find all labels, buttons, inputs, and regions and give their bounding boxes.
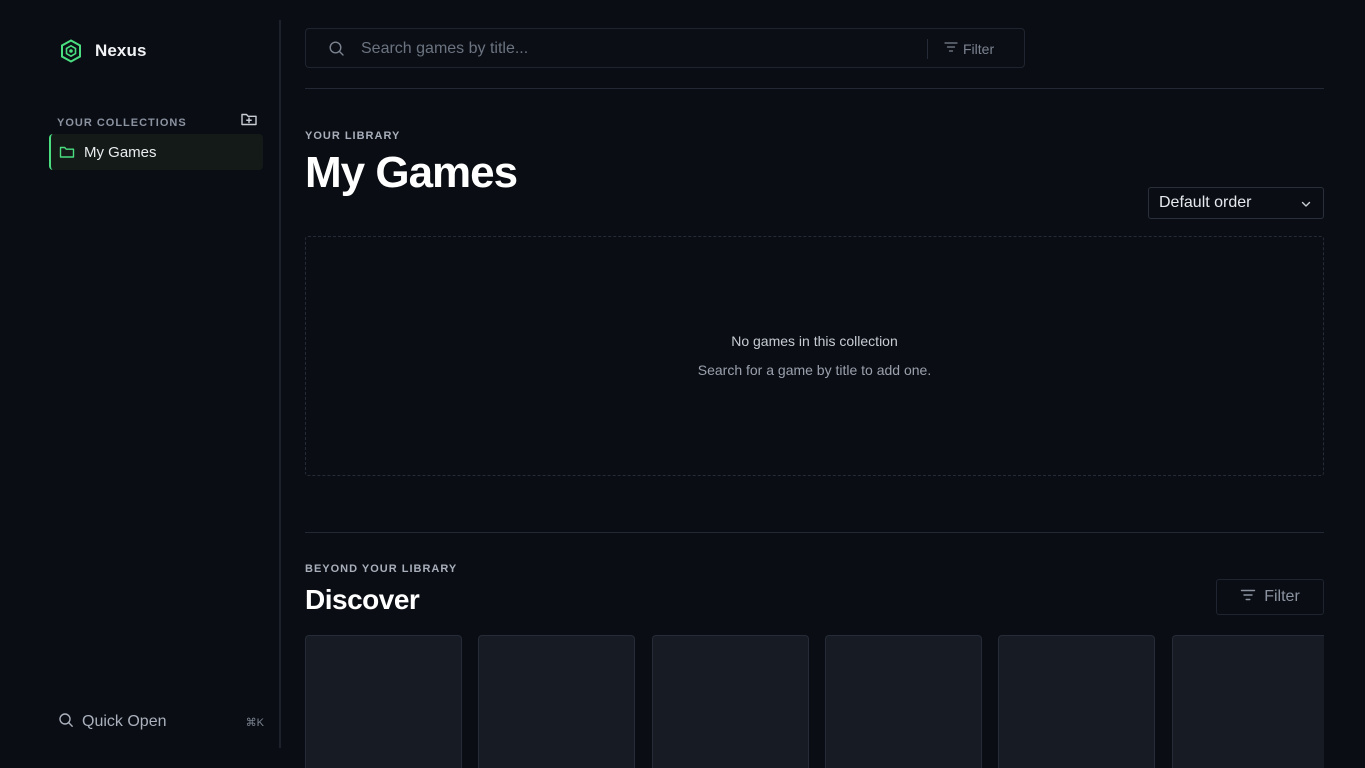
- sort-order-select[interactable]: Default order: [1148, 187, 1324, 219]
- keyboard-shortcut: ⌘K: [245, 716, 264, 729]
- discover-filter-button[interactable]: Filter: [1216, 579, 1324, 615]
- empty-state: No games in this collection Search for a…: [305, 236, 1324, 476]
- filter-label: Filter: [963, 41, 995, 57]
- game-card[interactable]: [478, 635, 635, 768]
- sidebar-item-label: My Games: [84, 143, 157, 161]
- page-title: My Games: [305, 148, 518, 197]
- collections-title: YOUR COLLECTIONS: [57, 117, 187, 129]
- quick-open-button[interactable]: Quick Open ⌘K: [58, 710, 264, 734]
- game-card[interactable]: [652, 635, 809, 768]
- divider: [305, 532, 1324, 533]
- sort-order-value: Default order: [1159, 194, 1252, 211]
- brand[interactable]: Nexus: [60, 39, 147, 63]
- filter-icon: [944, 40, 958, 59]
- sidebar-divider: [279, 20, 281, 748]
- discover-title: Discover: [305, 584, 420, 615]
- divider: [305, 88, 1324, 89]
- folder-icon: [59, 144, 75, 160]
- discover-eyebrow: BEYOND YOUR LIBRARY: [305, 563, 458, 575]
- empty-state-title: No games in this collection: [731, 333, 898, 349]
- hexagon-logo-icon: [60, 39, 82, 63]
- library-eyebrow: YOUR LIBRARY: [305, 130, 401, 142]
- filter-icon: [1240, 587, 1256, 608]
- collections-header: YOUR COLLECTIONS: [57, 110, 263, 129]
- game-card[interactable]: [998, 635, 1155, 768]
- search-filter-button[interactable]: Filter: [944, 37, 994, 61]
- sidebar: Nexus YOUR COLLECTIONS My Games Quick Op…: [0, 0, 280, 768]
- quick-open-label: Quick Open: [82, 713, 167, 730]
- folder-plus-icon[interactable]: [240, 110, 258, 128]
- search-icon: [58, 712, 74, 733]
- game-card[interactable]: [825, 635, 982, 768]
- empty-state-subtitle: Search for a game by title to add one.: [697, 362, 932, 378]
- main-content: Filter YOUR LIBRARY My Games Default ord…: [305, 0, 1324, 768]
- search-separator: [927, 39, 928, 59]
- chevron-down-icon: [1299, 197, 1313, 211]
- app-window: Nexus YOUR COLLECTIONS My Games Quick Op…: [0, 0, 1365, 768]
- search-bar: Filter: [305, 28, 1025, 68]
- discover-cards: [305, 635, 1324, 768]
- search-input[interactable]: [361, 37, 921, 61]
- search-icon: [328, 40, 345, 57]
- sidebar-item-my-games[interactable]: My Games: [49, 134, 263, 170]
- filter-label: Filter: [1264, 588, 1300, 605]
- brand-name: Nexus: [95, 41, 147, 60]
- game-card[interactable]: [305, 635, 462, 768]
- game-card[interactable]: [1172, 635, 1324, 768]
